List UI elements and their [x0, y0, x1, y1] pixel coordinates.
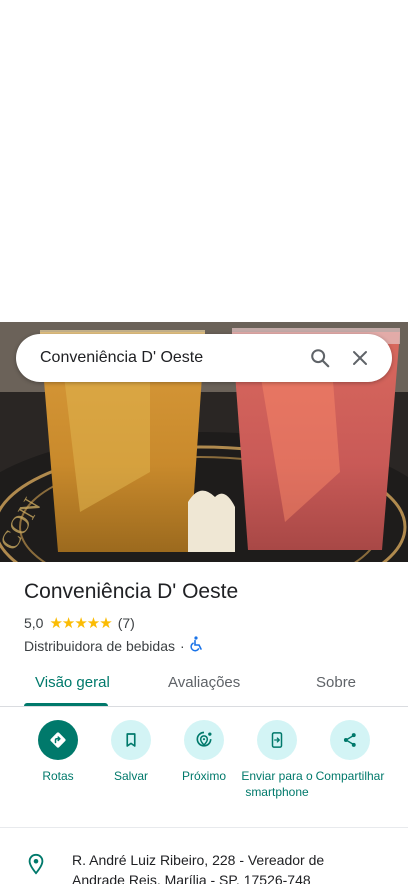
category-row: Distribuidora de bebidas ·	[24, 636, 204, 655]
category-label: Distribuidora de bebidas	[24, 637, 175, 654]
nearby-icon	[184, 720, 224, 760]
location-pin-icon	[25, 852, 47, 881]
active-tab-indicator	[24, 703, 108, 706]
save-label: Salvar	[113, 769, 148, 783]
place-tabs: Visão geral Avaliações Sobre	[0, 664, 408, 707]
separator-dot: ·	[179, 637, 185, 654]
place-title: Conveniência D' Oeste	[24, 580, 239, 603]
share-button[interactable]: Compartilhar	[312, 720, 388, 784]
send-to-phone-label: Enviar para o smartphone	[241, 769, 313, 799]
send-to-phone-button[interactable]: Enviar para o smartphone	[239, 720, 315, 800]
review-count[interactable]: (7)	[118, 615, 135, 631]
directions-icon	[38, 720, 78, 760]
wheelchair-icon	[190, 636, 204, 655]
directions-button[interactable]: Rotas	[20, 720, 96, 784]
save-button[interactable]: Salvar	[93, 720, 169, 784]
nearby-button[interactable]: Próximo	[166, 720, 242, 784]
tab-reviews[interactable]: Avaliações	[168, 674, 240, 691]
send-to-phone-icon	[257, 720, 297, 760]
nearby-label: Próximo	[181, 769, 226, 783]
star-rating-icon: ★★★★★	[49, 615, 112, 632]
bookmark-icon	[111, 720, 151, 760]
tab-about[interactable]: Sobre	[316, 674, 356, 691]
address-text: R. André Luiz Ribeiro, 228 - Vereador de…	[72, 852, 325, 884]
tab-overview[interactable]: Visão geral	[35, 674, 110, 691]
action-buttons: Rotas Salvar Próximo Enviar para o smart…	[0, 720, 408, 826]
section-divider	[0, 827, 408, 828]
directions-label: Rotas	[42, 769, 74, 783]
search-input[interactable]: Conveniência D' Oeste	[40, 349, 300, 367]
search-icon[interactable]	[300, 338, 340, 378]
share-label: Compartilhar	[315, 769, 385, 783]
rating-value: 5,0	[24, 615, 44, 631]
search-bar[interactable]: Conveniência D' Oeste	[16, 334, 392, 382]
map-area-blank	[0, 0, 408, 322]
share-icon	[330, 720, 370, 760]
rating-row[interactable]: 5,0 ★★★★★ (7)	[24, 614, 135, 632]
close-icon[interactable]	[340, 338, 380, 378]
